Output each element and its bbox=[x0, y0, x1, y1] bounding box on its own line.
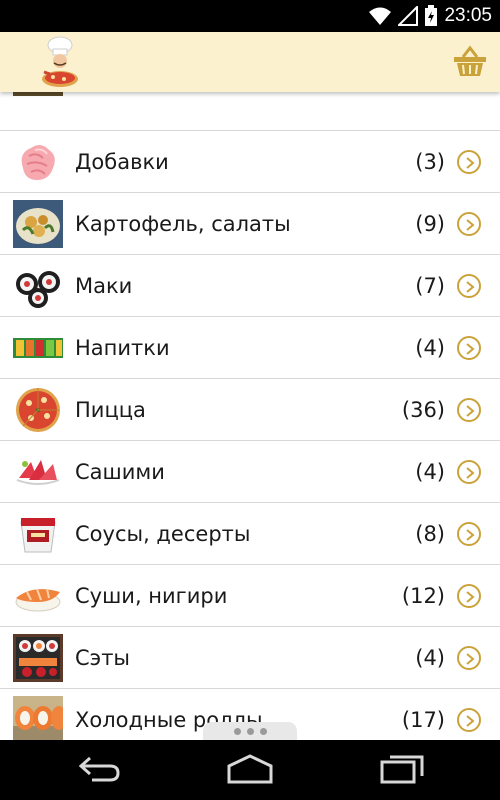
list-item[interactable]: Картофель, салаты (9) bbox=[0, 193, 500, 255]
app-bar bbox=[0, 32, 500, 92]
category-name: Картофель, салаты bbox=[75, 212, 291, 236]
chevron-right-icon[interactable] bbox=[457, 522, 481, 546]
category-name: Сэты bbox=[75, 646, 131, 670]
category-count: (4) bbox=[415, 336, 445, 360]
chevron-right-icon[interactable] bbox=[457, 274, 481, 298]
sauce-dessert-icon bbox=[13, 510, 63, 558]
back-icon[interactable] bbox=[78, 754, 122, 784]
category-list[interactable]: Добавки (3) Картофель, салаты (9) Маки (… bbox=[0, 92, 500, 740]
drinks-icon bbox=[13, 324, 63, 372]
pizza-icon bbox=[13, 386, 63, 434]
category-name: Пицца bbox=[75, 398, 146, 422]
partial-list-item-thumbnail bbox=[13, 92, 63, 96]
list-item[interactable]: Сашими (4) bbox=[0, 441, 500, 503]
signal-icon bbox=[398, 6, 419, 26]
status-bar: 23:05 bbox=[0, 0, 500, 32]
chevron-right-icon[interactable] bbox=[457, 212, 481, 236]
category-name: Добавки bbox=[75, 150, 169, 174]
list-item[interactable]: Суши, нигири (12) bbox=[0, 565, 500, 627]
dot bbox=[246, 727, 254, 735]
sashimi-icon bbox=[13, 448, 63, 496]
category-count: (4) bbox=[415, 646, 445, 670]
category-name: Сашими bbox=[75, 460, 165, 484]
category-name: Суши, нигири bbox=[75, 584, 228, 608]
list-item[interactable]: Пицца (36) bbox=[0, 379, 500, 441]
chevron-right-icon[interactable] bbox=[457, 646, 481, 670]
dot bbox=[233, 727, 241, 735]
chevron-right-icon[interactable] bbox=[457, 708, 481, 732]
home-icon[interactable] bbox=[227, 754, 273, 784]
chevron-right-icon[interactable] bbox=[457, 336, 481, 360]
category-count: (7) bbox=[415, 274, 445, 298]
wifi-icon bbox=[369, 7, 392, 25]
sushi-set-icon bbox=[13, 634, 63, 682]
category-count: (4) bbox=[415, 460, 445, 484]
category-count: (9) bbox=[415, 212, 445, 236]
potato-salad-icon bbox=[13, 200, 63, 248]
navigation-bar bbox=[0, 740, 500, 800]
maki-roll-icon bbox=[13, 262, 63, 310]
recents-icon[interactable] bbox=[380, 754, 424, 784]
category-name: Соусы, десерты bbox=[75, 522, 251, 546]
category-name: Маки bbox=[75, 274, 133, 298]
chevron-right-icon[interactable] bbox=[457, 150, 481, 174]
category-name: Напитки bbox=[75, 336, 170, 360]
category-count: (17) bbox=[401, 708, 445, 732]
clock: 23:05 bbox=[444, 5, 492, 26]
cold-roll-icon bbox=[13, 696, 63, 740]
chevron-right-icon[interactable] bbox=[457, 398, 481, 422]
list-item[interactable]: Сэты (4) bbox=[0, 627, 500, 689]
list-item[interactable]: Соусы, десерты (8) bbox=[0, 503, 500, 565]
category-count: (3) bbox=[415, 150, 445, 174]
chef-pizza-logo[interactable] bbox=[40, 36, 80, 88]
nigiri-icon bbox=[13, 572, 63, 620]
basket-icon[interactable] bbox=[452, 44, 488, 78]
battery-charging-icon bbox=[425, 5, 438, 26]
category-count: (36) bbox=[401, 398, 445, 422]
overflow-menu-button[interactable] bbox=[203, 722, 297, 740]
chevron-right-icon[interactable] bbox=[457, 460, 481, 484]
list-item[interactable]: Маки (7) bbox=[0, 255, 500, 317]
chevron-right-icon[interactable] bbox=[457, 584, 481, 608]
list-item[interactable]: Напитки (4) bbox=[0, 317, 500, 379]
pickled-ginger-icon bbox=[13, 138, 63, 186]
category-count: (12) bbox=[401, 584, 445, 608]
dot bbox=[259, 727, 267, 735]
list-item[interactable]: Добавки (3) bbox=[0, 131, 500, 193]
category-count: (8) bbox=[415, 522, 445, 546]
